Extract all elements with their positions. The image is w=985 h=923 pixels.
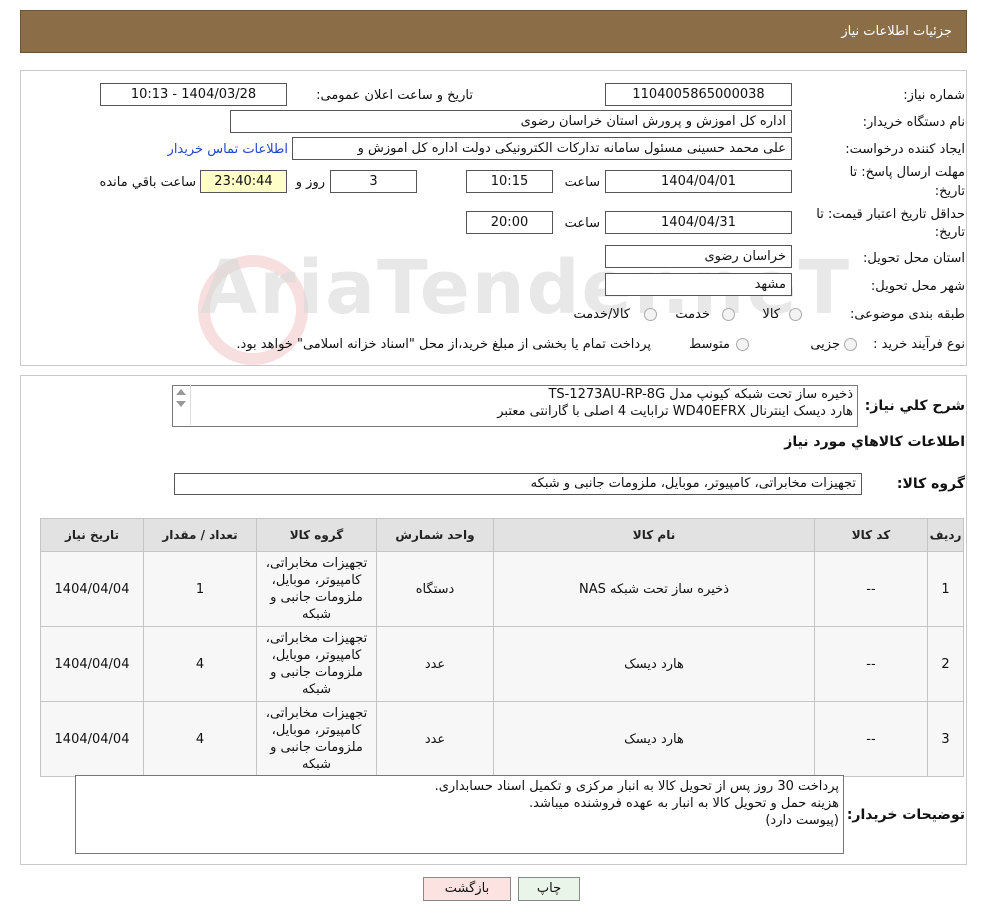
- validity-time-label: ساعت: [564, 216, 600, 231]
- goods-group-label: گروه کالا:: [896, 476, 965, 492]
- cell-code: --: [814, 701, 928, 777]
- process-medium-label: متوسط: [689, 337, 730, 352]
- cell-unit: عدد: [376, 626, 494, 702]
- cell-unit: دستگاه: [376, 551, 494, 627]
- cell-code: --: [814, 626, 928, 702]
- process-label: نوع فرآیند خرید :: [873, 337, 965, 352]
- col-header-code: کد کالا: [814, 518, 928, 552]
- page-title: جزئیات اطلاعات نیاز: [841, 24, 952, 39]
- deadline-date-field: 1404/04/01: [605, 170, 792, 193]
- validity-label-2: تاریخ:: [934, 225, 965, 240]
- col-header-unit: واحد شمارش: [376, 518, 494, 552]
- cell-row-num: 1: [927, 551, 964, 627]
- goods-group-field: تجهیزات مخابراتی، کامپیوتر، موبایل، ملزو…: [174, 473, 862, 495]
- announce-field: 1404/03/28 - 10:13: [100, 83, 287, 106]
- buyer-notes-field[interactable]: پرداخت 30 روز پس از تحویل کالا به انبار …: [75, 775, 844, 854]
- col-header-group: گروه کالا: [256, 518, 377, 552]
- buyer-notes-line-3: (پیوست دارد): [765, 813, 839, 828]
- goods-info-title: اطلاعات کالاهاي مورد نياز: [784, 434, 965, 450]
- print-button[interactable]: چاپ: [518, 877, 580, 901]
- announce-label: تاریخ و ساعت اعلان عمومی:: [316, 88, 473, 103]
- scroll-down-icon[interactable]: [176, 401, 186, 407]
- process-partial-label: جزیی: [810, 337, 840, 352]
- process-partial-radio[interactable]: [844, 338, 857, 351]
- goods-table: رديف کد کالا نام کالا واحد شمارش گروه کا…: [40, 518, 964, 777]
- table-row: 2 -- هارد دیسک عدد تجهیزات مخابراتی، کام…: [40, 626, 964, 702]
- category-service-label: خدمت: [675, 307, 710, 322]
- deadline-label-1: مهلت ارسال پاسخ: تا: [849, 165, 965, 180]
- category-label: طبقه بندی موضوعی:: [849, 307, 965, 322]
- cell-row-num: 2: [927, 626, 964, 702]
- creator-label: ایجاد کننده درخواست:: [845, 142, 965, 157]
- back-button[interactable]: بازگشت: [423, 877, 511, 901]
- city-field: مشهد: [605, 273, 792, 296]
- summary-line-1: ذخیره ساز تحت شبکه کیونپ مدل TS-1273AU-R…: [548, 387, 853, 402]
- cell-date: 1404/04/04: [40, 701, 144, 777]
- cell-code: --: [814, 551, 928, 627]
- cell-qty: 1: [143, 551, 257, 627]
- cell-date: 1404/04/04: [40, 551, 144, 627]
- need-number-field: 1104005865000038: [605, 83, 792, 106]
- page-header: جزئیات اطلاعات نیاز: [20, 10, 967, 53]
- buyer-notes-line-1: پرداخت 30 روز پس از تحویل کالا به انبار …: [434, 779, 839, 794]
- days-label: روز و: [295, 175, 325, 190]
- scroll-up-icon[interactable]: [176, 389, 186, 395]
- deadline-time-field: 10:15: [466, 170, 553, 193]
- province-label: استان محل تحویل:: [863, 251, 965, 266]
- cell-group: تجهیزات مخابراتی، کامپیوتر، موبایل، ملزو…: [256, 701, 377, 777]
- province-field: خراسان رضوی: [605, 245, 792, 268]
- need-number-label: شماره نیاز:: [903, 88, 965, 103]
- category-goods-label: کالا: [762, 307, 780, 322]
- deadline-label-2: تاریخ:: [934, 184, 965, 199]
- category-both-radio[interactable]: [644, 308, 657, 321]
- cell-name: هارد دیسک: [493, 626, 815, 702]
- process-medium-radio[interactable]: [736, 338, 749, 351]
- buyer-contact-link[interactable]: اطلاعات تماس خریدار: [168, 142, 288, 157]
- category-service-radio[interactable]: [722, 308, 735, 321]
- summary-label: شرح کلي نياز:: [864, 398, 965, 414]
- cell-group: تجهیزات مخابراتی، کامپیوتر، موبایل، ملزو…: [256, 626, 377, 702]
- cell-unit: عدد: [376, 701, 494, 777]
- cell-group: تجهیزات مخابراتی، کامپیوتر، موبایل، ملزو…: [256, 551, 377, 627]
- city-label: شهر محل تحویل:: [870, 279, 965, 294]
- remaining-label: ساعت باقي مانده: [99, 175, 196, 190]
- col-header-qty: تعداد / مقدار: [143, 518, 257, 552]
- cell-qty: 4: [143, 701, 257, 777]
- cell-name: ذخیره ساز تحت شبکه NAS: [493, 551, 815, 627]
- validity-date-field: 1404/04/31: [605, 211, 792, 234]
- cell-name: هارد دیسک: [493, 701, 815, 777]
- buyer-org-label: نام دستگاه خریدار:: [862, 115, 965, 130]
- buyer-notes-line-2: هزینه حمل و تحویل کالا به انبار به عهده …: [529, 796, 839, 811]
- validity-label-1: حداقل تاریخ اعتبار قیمت: تا: [816, 207, 965, 222]
- validity-time-field: 20:00: [466, 211, 553, 234]
- remaining-time-field: 23:40:44: [200, 170, 287, 193]
- cell-qty: 4: [143, 626, 257, 702]
- table-row: 3 -- هارد دیسک عدد تجهیزات مخابراتی، کام…: [40, 701, 964, 777]
- col-header-row-num: رديف: [927, 518, 964, 552]
- table-header-row: رديف کد کالا نام کالا واحد شمارش گروه کا…: [40, 518, 964, 552]
- col-header-date: تاریخ نیاز: [40, 518, 144, 552]
- buyer-notes-label: توضیحات خریدار:: [846, 807, 965, 823]
- buyer-org-field: اداره کل اموزش و پرورش استان خراسان رضوی: [230, 110, 792, 133]
- summary-line-2: هارد دیسک اینترنال WD40EFRX ترابایت 4 اص…: [497, 404, 853, 419]
- table-row: 1 -- ذخیره ساز تحت شبکه NAS دستگاه تجهیز…: [40, 551, 964, 627]
- deadline-time-label: ساعت: [564, 175, 600, 190]
- creator-field: علی محمد حسینی مسئول سامانه تدارکات الکت…: [292, 137, 792, 160]
- col-header-name: نام کالا: [493, 518, 815, 552]
- cell-date: 1404/04/04: [40, 626, 144, 702]
- summary-scrollbar[interactable]: [172, 385, 191, 425]
- summary-field[interactable]: ذخیره ساز تحت شبکه کیونپ مدل TS-1273AU-R…: [172, 385, 858, 427]
- category-both-label: کالا/خدمت: [573, 307, 630, 322]
- days-field: 3: [330, 170, 417, 193]
- process-note: پرداخت تمام یا بخشی از مبلغ خرید،از محل …: [236, 337, 651, 352]
- cell-row-num: 3: [927, 701, 964, 777]
- category-goods-radio[interactable]: [789, 308, 802, 321]
